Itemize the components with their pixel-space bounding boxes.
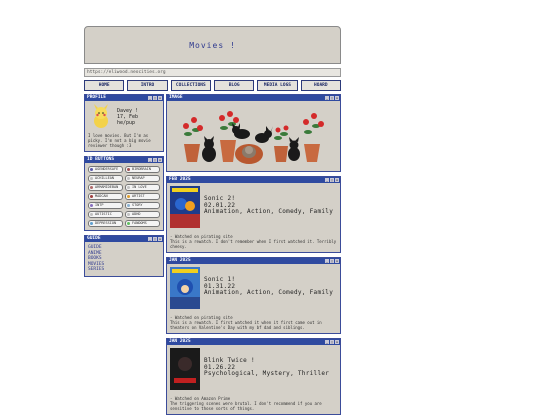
id-button[interactable]: AGENDERSAFE bbox=[88, 166, 123, 173]
movie-entry: JAN 2025 _ □ x Blink Twice ! 01.26.22 Ps… bbox=[166, 338, 341, 415]
close-icon[interactable]: x bbox=[158, 237, 162, 241]
left-column: PROFILE _ □ x Davey ! 17, Feb he/pup I l… bbox=[84, 94, 164, 281]
id-button[interactable]: ARMAMIDEBAN bbox=[88, 184, 123, 191]
movie-note: The triggering scenes were brutal. I don… bbox=[170, 401, 322, 411]
id-button[interactable]: NEURAP bbox=[125, 175, 160, 182]
cats-flowerpots-image bbox=[182, 111, 324, 164]
nav-home[interactable]: HOME bbox=[84, 80, 125, 91]
movie-entry: FEB 2025 _ □ x Sonic 2! 02.01.22 Animati… bbox=[166, 176, 341, 253]
maximize-icon[interactable]: □ bbox=[153, 158, 157, 162]
id-button[interactable]: ACHILLEAN bbox=[88, 175, 123, 182]
profile-bio: I love movies. But I'm as picky. I'm not… bbox=[88, 133, 151, 148]
site: Movies ! https://eliwood.neocities.org H… bbox=[84, 26, 341, 419]
minimize-icon[interactable]: _ bbox=[148, 237, 152, 241]
maximize-icon[interactable]: □ bbox=[153, 96, 157, 100]
movie-genres: Animation, Action, Comedy, Family bbox=[204, 289, 334, 296]
movie-note: This is a rewatch. I first watched it wh… bbox=[170, 320, 322, 330]
id-button[interactable]: ARTIST bbox=[125, 193, 160, 200]
id-button[interactable]: STORY bbox=[125, 202, 160, 209]
id-button[interactable]: BIRDBRAIN bbox=[125, 166, 160, 173]
nav-collections[interactable]: COLLECTIONS bbox=[170, 80, 211, 91]
minimize-icon[interactable]: _ bbox=[148, 96, 152, 100]
profile-pronouns: he/pup bbox=[117, 120, 136, 126]
nav-hoard[interactable]: HOARD bbox=[300, 80, 341, 91]
minimize-icon[interactable]: _ bbox=[148, 158, 152, 162]
maximize-icon[interactable]: □ bbox=[330, 178, 334, 182]
maximize-icon[interactable]: □ bbox=[330, 96, 334, 100]
minimize-icon[interactable]: _ bbox=[325, 96, 329, 100]
movie-poster bbox=[170, 267, 200, 309]
page-title: Movies ! bbox=[189, 40, 236, 50]
maximize-icon[interactable]: □ bbox=[330, 340, 334, 344]
site-header: Movies ! bbox=[84, 26, 341, 64]
nav-blog[interactable]: BLOG bbox=[213, 80, 255, 91]
nav-media-logs[interactable]: MEDIA LOGS bbox=[257, 80, 298, 91]
close-icon[interactable]: x bbox=[335, 178, 339, 182]
id-button[interactable]: AUTISTIC bbox=[88, 211, 123, 218]
nav-intro[interactable]: INTRO bbox=[127, 80, 168, 91]
maximize-icon[interactable]: □ bbox=[153, 237, 157, 241]
profile-panel: PROFILE _ □ x Davey ! 17, Feb he/pup I l… bbox=[84, 94, 164, 152]
close-icon[interactable]: x bbox=[335, 340, 339, 344]
image-panel: IMAGE _ □ x bbox=[166, 94, 341, 172]
guide-link-series[interactable]: series bbox=[88, 267, 160, 273]
movie-genres: Psychological, Mystery, Thriller bbox=[204, 370, 330, 377]
id-button[interactable]: IN LOVE bbox=[125, 184, 160, 191]
avatar bbox=[88, 104, 114, 130]
guide-list: guide anime books movies series bbox=[85, 242, 163, 276]
url-bar[interactable]: https://eliwood.neocities.org bbox=[84, 68, 341, 77]
close-icon[interactable]: x bbox=[335, 96, 339, 100]
id-button[interactable]: FANDOMS bbox=[125, 220, 160, 227]
close-icon[interactable]: x bbox=[158, 96, 162, 100]
nav-bar: HOME INTRO COLLECTIONS BLOG MEDIA LOGS H… bbox=[84, 80, 341, 91]
movie-poster bbox=[170, 348, 200, 390]
minimize-icon[interactable]: _ bbox=[325, 178, 329, 182]
id-button[interactable]: MADCAN bbox=[88, 193, 123, 200]
id-button[interactable]: ADHD bbox=[125, 211, 160, 218]
minimize-icon[interactable]: _ bbox=[325, 259, 329, 263]
id-buttons-grid: AGENDERSAFE BIRDBRAIN ACHILLEAN NEURAP ARMAM… bbox=[85, 163, 163, 230]
movie-entry: JAN 2025 _ □ x Sonic 1! 01.31.22 Animati… bbox=[166, 257, 341, 334]
guide-panel: GUIDE _ □ x guide anime books movies serie… bbox=[84, 235, 164, 277]
maximize-icon[interactable]: □ bbox=[330, 259, 334, 263]
movie-genres: Animation, Action, Comedy, Family bbox=[204, 208, 334, 215]
close-icon[interactable]: x bbox=[335, 259, 339, 263]
movie-note: This is a rewatch. I don't remember when… bbox=[170, 239, 337, 249]
movie-poster bbox=[170, 186, 200, 228]
id-button[interactable]: DEPRESSION bbox=[88, 220, 123, 227]
close-icon[interactable]: x bbox=[158, 158, 162, 162]
id-buttons-panel: ID BUTTONS _ □ x AGENDERSAFE BIRDBRAIN ACHIL… bbox=[84, 156, 164, 231]
minimize-icon[interactable]: _ bbox=[325, 340, 329, 344]
right-column: IMAGE _ □ x FEB 2025 _ □ x Sonic 2! 02.0… bbox=[166, 94, 341, 419]
id-button[interactable]: INTP bbox=[88, 202, 123, 209]
